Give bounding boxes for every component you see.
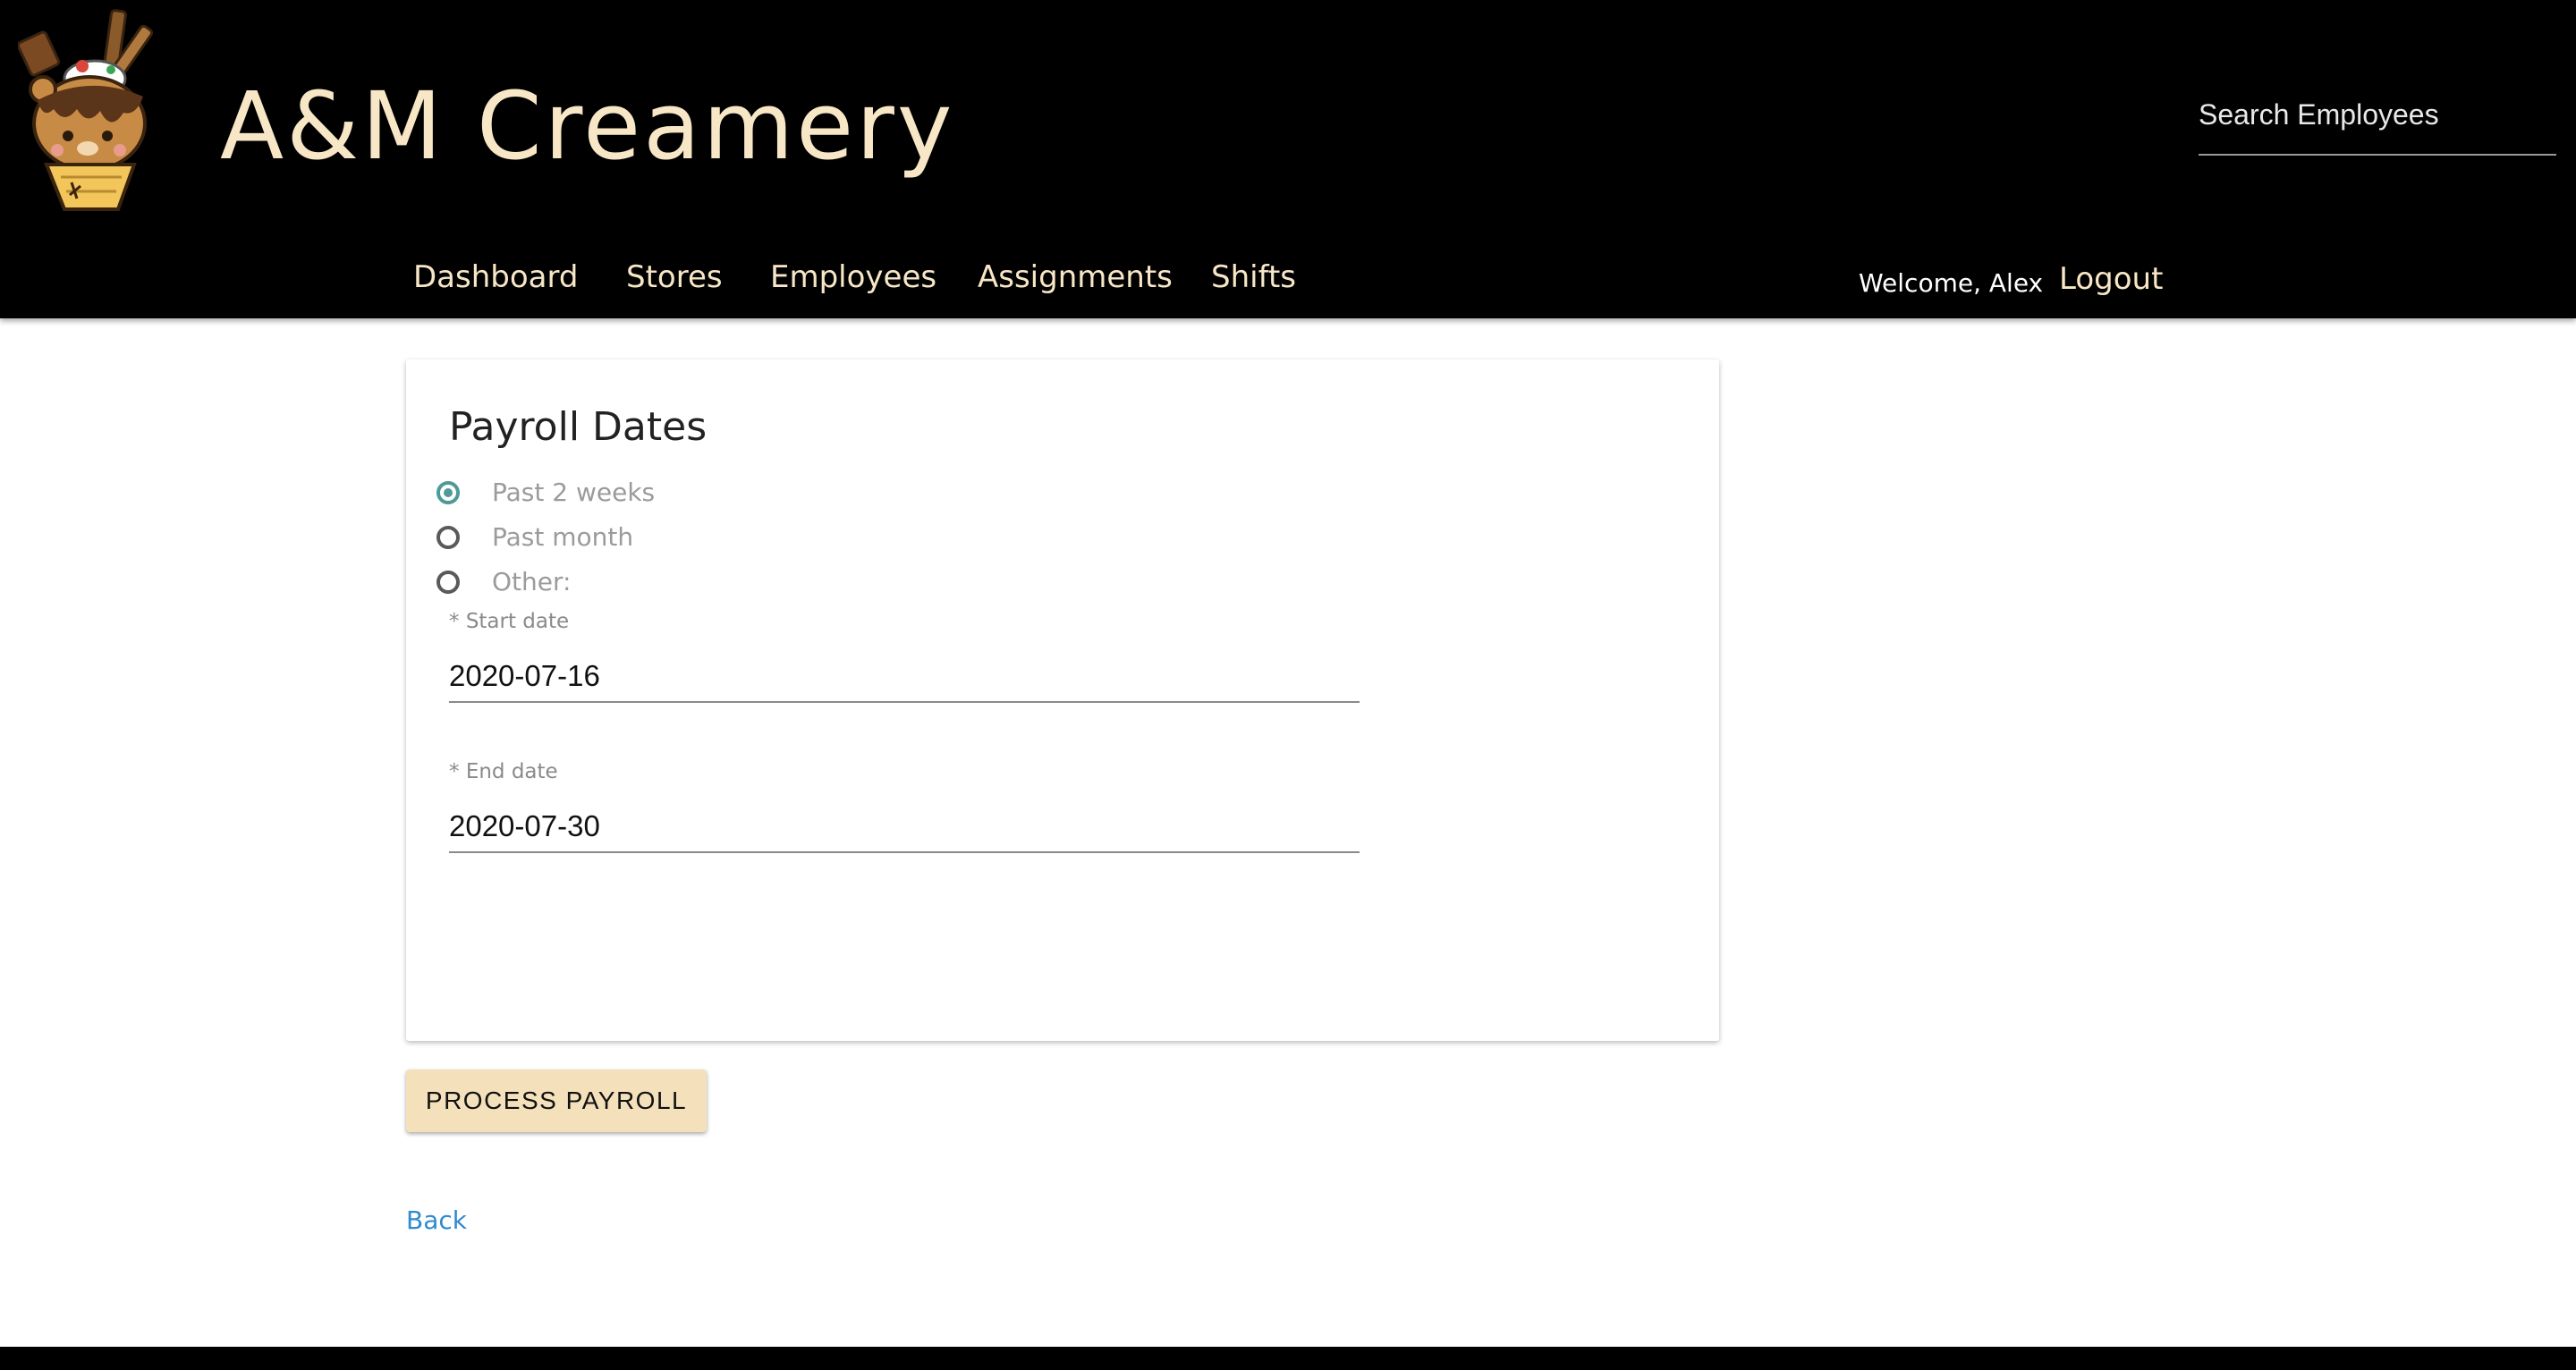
brand-title: A&M Creamery <box>220 72 955 181</box>
ice-cream-bear-logo[interactable] <box>18 7 166 218</box>
nav-assignments[interactable]: Assignments <box>978 259 1173 295</box>
required-mark: * <box>449 760 460 783</box>
back-link[interactable]: Back <box>406 1205 467 1235</box>
welcome-message: Welcome, Alex <box>1859 268 2044 298</box>
end-date-label: * End date <box>449 760 558 783</box>
required-mark: * <box>449 610 460 633</box>
nav-dashboard[interactable]: Dashboard <box>413 259 578 295</box>
nav-shifts[interactable]: Shifts <box>1211 259 1296 295</box>
search-input[interactable] <box>2199 89 2556 140</box>
nav-stores[interactable]: Stores <box>626 259 723 295</box>
search-employees[interactable] <box>2199 89 2556 156</box>
radio-checked-icon[interactable] <box>436 481 460 504</box>
end-date-label-text: End date <box>465 760 558 783</box>
start-date-label: * Start date <box>449 610 569 633</box>
footer-bar <box>0 1347 2576 1370</box>
radio-label: Other: <box>492 567 572 596</box>
radio-unchecked-icon[interactable] <box>436 526 460 549</box>
top-header: A&M Creamery Dashboard Stores Employees … <box>0 0 2576 318</box>
card-title: Payroll Dates <box>449 404 708 450</box>
payroll-dates-card: Payroll Dates Past 2 weeks Past month Ot… <box>406 359 1719 1041</box>
radio-label: Past 2 weeks <box>492 478 656 507</box>
radio-unchecked-icon[interactable] <box>436 571 460 594</box>
end-date-input[interactable] <box>449 801 1360 853</box>
process-payroll-button[interactable]: PROCESS PAYROLL <box>406 1070 707 1132</box>
start-date-label-text: Start date <box>465 610 570 633</box>
start-date-input[interactable] <box>449 651 1360 703</box>
nav-employees[interactable]: Employees <box>770 259 936 295</box>
radio-label: Past month <box>492 522 634 552</box>
logout-link[interactable]: Logout <box>2059 261 2163 297</box>
